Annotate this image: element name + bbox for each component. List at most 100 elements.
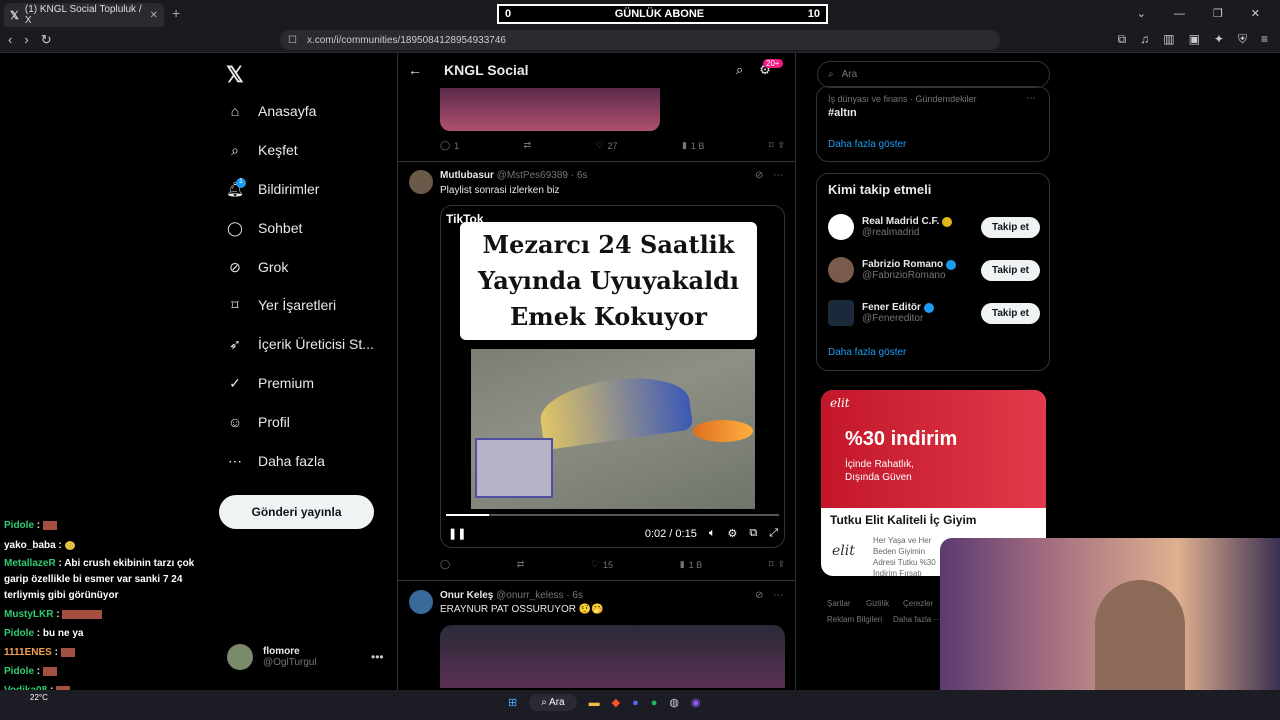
reply-button[interactable]: ◯ 1 <box>440 140 459 151</box>
follow-button[interactable]: Takip et <box>980 259 1040 281</box>
chevron-down-icon[interactable]: ⌄ <box>1137 7 1146 20</box>
reply-button[interactable]: ◯ <box>440 559 450 570</box>
follow-button[interactable]: Takip et <box>980 302 1040 324</box>
follow-suggestion[interactable]: Fabrizio Romano @FabrizioRomano Takip et <box>828 257 1040 283</box>
chat-message: 1111ENES : <box>4 647 75 658</box>
nav-label: İçerik Üreticisi St... <box>258 336 374 352</box>
footer-link[interactable]: Şartlar <box>827 599 851 608</box>
views-button[interactable]: ▮ 1 B <box>682 140 704 151</box>
nav-item-premium[interactable]: ✓ Premium <box>226 374 314 392</box>
nav-item-creator-studio[interactable]: ➶ İçerik Üreticisi St... <box>226 335 374 353</box>
footer-link[interactable]: Gizlilik <box>866 599 889 608</box>
steam-icon[interactable]: ◍ <box>669 696 679 709</box>
share-icon[interactable]: ⇪ <box>777 140 785 151</box>
grok-icon[interactable]: ⊘ <box>755 590 763 601</box>
search-icon[interactable]: ⌕ <box>736 62 743 78</box>
back-arrow-icon[interactable]: ← <box>408 62 422 78</box>
post-media[interactable] <box>440 88 660 131</box>
wallet-icon[interactable]: ▣ <box>1189 32 1200 47</box>
repost-button[interactable]: ⇄ <box>517 559 525 570</box>
footer-link[interactable]: Reklam Bilgileri <box>827 615 882 624</box>
minimize-icon[interactable]: — <box>1174 8 1185 20</box>
more-icon[interactable]: ⋯ <box>773 590 783 601</box>
url-field[interactable]: ☐ x.com/i/communities/189508412895493374… <box>280 30 1000 50</box>
bookmark-button[interactable]: ⌑ ⇪ <box>769 559 785 570</box>
post-handle[interactable]: @onurr_keless <box>496 590 563 601</box>
sidebar-icon[interactable]: ▥ <box>1163 32 1174 47</box>
reload-icon[interactable]: ↻ <box>41 32 52 48</box>
search-input[interactable]: ⌕ Ara <box>817 61 1050 88</box>
settings-icon[interactable]: ⚙ <box>727 527 737 540</box>
taskbar-search[interactable]: ⌕ Ara <box>529 694 577 711</box>
nav-item-more[interactable]: ⋯ Daha fazla <box>226 452 325 470</box>
avatar[interactable] <box>409 170 433 194</box>
nav-item-profile[interactable]: ☺ Profil <box>226 413 290 431</box>
follow-suggestion[interactable]: Real Madrid C.F. @realmadrid Takip et <box>828 214 1040 240</box>
folder-icon[interactable]: ▬ <box>589 697 600 709</box>
bookmark-icon: ⌑ <box>768 559 774 569</box>
more-icon[interactable]: ⋯ <box>773 170 783 181</box>
discord-icon[interactable]: ● <box>632 697 639 709</box>
footer-link[interactable]: Daha fazla ··· <box>893 615 941 624</box>
pip-icon[interactable]: ⧉ <box>749 527 757 540</box>
bookmark-page-icon[interactable]: ☐ <box>288 35 297 46</box>
window-close-icon[interactable]: ✕ <box>1251 7 1260 20</box>
close-icon[interactable]: ✕ <box>150 10 158 21</box>
show-more-link[interactable]: Daha fazla göster <box>828 139 906 150</box>
post-button[interactable]: Gönderi yayınla <box>219 495 374 529</box>
nav-item-chat[interactable]: ◯ Sohbet <box>226 219 302 237</box>
new-tab-icon[interactable]: + <box>172 5 180 21</box>
music-icon[interactable]: ♫ <box>1140 32 1149 47</box>
sub-goal-label: GÜNLÜK ABONE <box>614 8 705 20</box>
maximize-icon[interactable]: ❐ <box>1213 7 1223 20</box>
grok-icon[interactable]: ⊘ <box>755 170 763 181</box>
like-button[interactable]: ♡ 15 <box>591 559 613 570</box>
chat-user: MetallazeR <box>4 558 56 569</box>
menu-icon[interactable]: ≡ <box>1261 32 1268 47</box>
share-icon[interactable]: ⇪ <box>777 559 785 570</box>
more-icon: ⋯ <box>228 452 242 469</box>
show-more-link[interactable]: Daha fazla göster <box>828 347 906 358</box>
nav-item-home[interactable]: ⌂ Anasayfa <box>226 102 317 120</box>
repost-button[interactable]: ⇄ <box>524 140 532 151</box>
spotify-icon[interactable]: ● <box>651 697 658 709</box>
nav-item-explore[interactable]: ⌕ Keşfet <box>226 141 298 159</box>
avatar[interactable] <box>409 590 433 614</box>
notification-badge: 1 <box>236 178 246 188</box>
windows-start-icon[interactable]: ⊞ <box>508 696 517 709</box>
like-button[interactable]: ♡ 27 <box>595 140 617 151</box>
post-handle[interactable]: @MstPes69389 <box>497 170 568 181</box>
trend-tag[interactable]: #altın <box>828 107 857 119</box>
nav-item-bookmarks[interactable]: ⌑ Yer İşaretleri <box>226 296 336 314</box>
x-logo-icon[interactable]: 𝕏 <box>226 62 244 88</box>
trend-context: İş dünyası ve finans · Gündemdekiler <box>828 94 977 104</box>
shield-icon[interactable]: ⛨ <box>1238 32 1247 47</box>
follow-button[interactable]: Takip et <box>980 216 1040 238</box>
post-media[interactable] <box>440 625 785 688</box>
forward-icon[interactable]: › <box>24 32 28 48</box>
account-more-icon[interactable]: ••• <box>371 650 384 664</box>
back-icon[interactable]: ‹ <box>8 32 12 48</box>
post-time[interactable]: · 6s <box>571 170 588 181</box>
bookmark-button[interactable]: ⌑ ⇪ <box>769 140 785 151</box>
pause-icon[interactable]: ❚❚ <box>448 527 466 540</box>
browser-tab[interactable]: 𝕏 (1) KNGL Social Topluluk / X ✕ <box>4 3 164 27</box>
post-author[interactable]: Onur Keleş <box>440 590 493 601</box>
chat-text: : <box>56 609 60 620</box>
brave-icon[interactable]: ◆ <box>612 696 620 709</box>
extensions-icon[interactable]: ⧉ <box>1118 32 1127 47</box>
nav-item-grok[interactable]: ⊘ Grok <box>226 258 288 276</box>
follow-suggestion[interactable]: Fener Editör @Fenereditor Takip et <box>828 300 1040 326</box>
trend-more-icon[interactable]: ⋯ <box>1026 93 1036 104</box>
footer-link[interactable]: Çerezler <box>903 599 933 608</box>
volume-icon[interactable]: 🔈︎ <box>709 527 716 540</box>
sparkle-icon[interactable]: ✦ <box>1214 32 1224 47</box>
fullscreen-icon[interactable]: ⤢ <box>769 527 778 540</box>
weather-widget[interactable]: 22°C <box>30 693 48 702</box>
account-switcher[interactable]: flomore @OglTurgul <box>227 644 317 670</box>
views-button[interactable]: ▮ 1 B <box>680 559 702 570</box>
video-progress[interactable] <box>446 514 779 516</box>
app-icon[interactable]: ◉ <box>691 696 701 709</box>
post-time[interactable]: · 6s <box>566 590 583 601</box>
post-author[interactable]: Mutlubasur <box>440 170 494 181</box>
